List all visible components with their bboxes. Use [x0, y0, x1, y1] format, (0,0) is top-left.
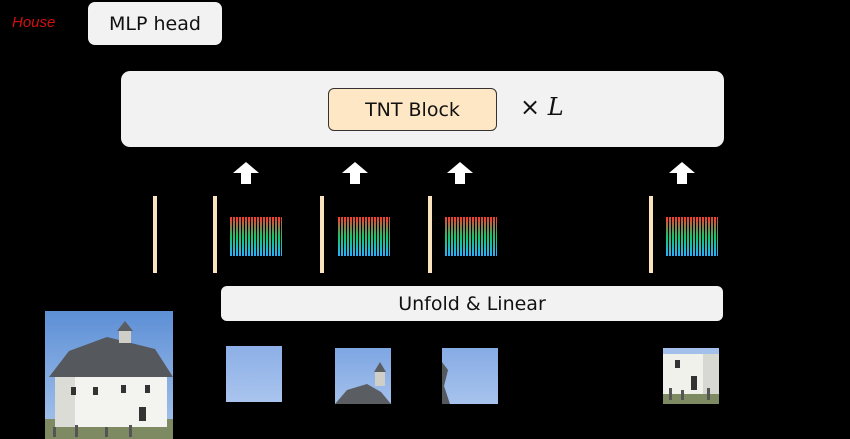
up-arrow-icon [669, 162, 695, 184]
pixel-embedding-visual [230, 217, 282, 256]
unfold-linear-label: Unfold & Linear [398, 292, 546, 315]
tnt-block-label: TNT Block [365, 98, 460, 121]
patch-token-bar [320, 196, 324, 273]
image-patch [442, 348, 498, 404]
pixel-embedding-visual [338, 217, 390, 256]
image-patch [335, 348, 391, 404]
patch-token-bar [649, 196, 653, 273]
patch-token-bar [213, 196, 217, 273]
mlp-head-box: MLP head [88, 2, 222, 45]
prediction-label: House [12, 14, 56, 31]
unfold-linear-box: Unfold & Linear [221, 286, 723, 321]
pixel-embedding-visual [445, 217, 497, 256]
image-patch [226, 346, 282, 402]
repeat-annotation: × L [520, 93, 564, 121]
up-arrow-icon [447, 162, 473, 184]
up-arrow-icon [342, 162, 368, 184]
repeat-symbol: × [520, 93, 541, 121]
patch-token-bar [428, 196, 432, 273]
class-token-bar [153, 196, 157, 273]
pixel-embedding-visual [666, 217, 718, 256]
image-patch [663, 348, 719, 404]
repeat-variable: L [547, 93, 564, 121]
tnt-block-box: TNT Block [328, 88, 497, 131]
mlp-head-label: MLP head [109, 12, 201, 35]
up-arrow-icon [233, 162, 259, 184]
input-image-house [45, 311, 173, 439]
